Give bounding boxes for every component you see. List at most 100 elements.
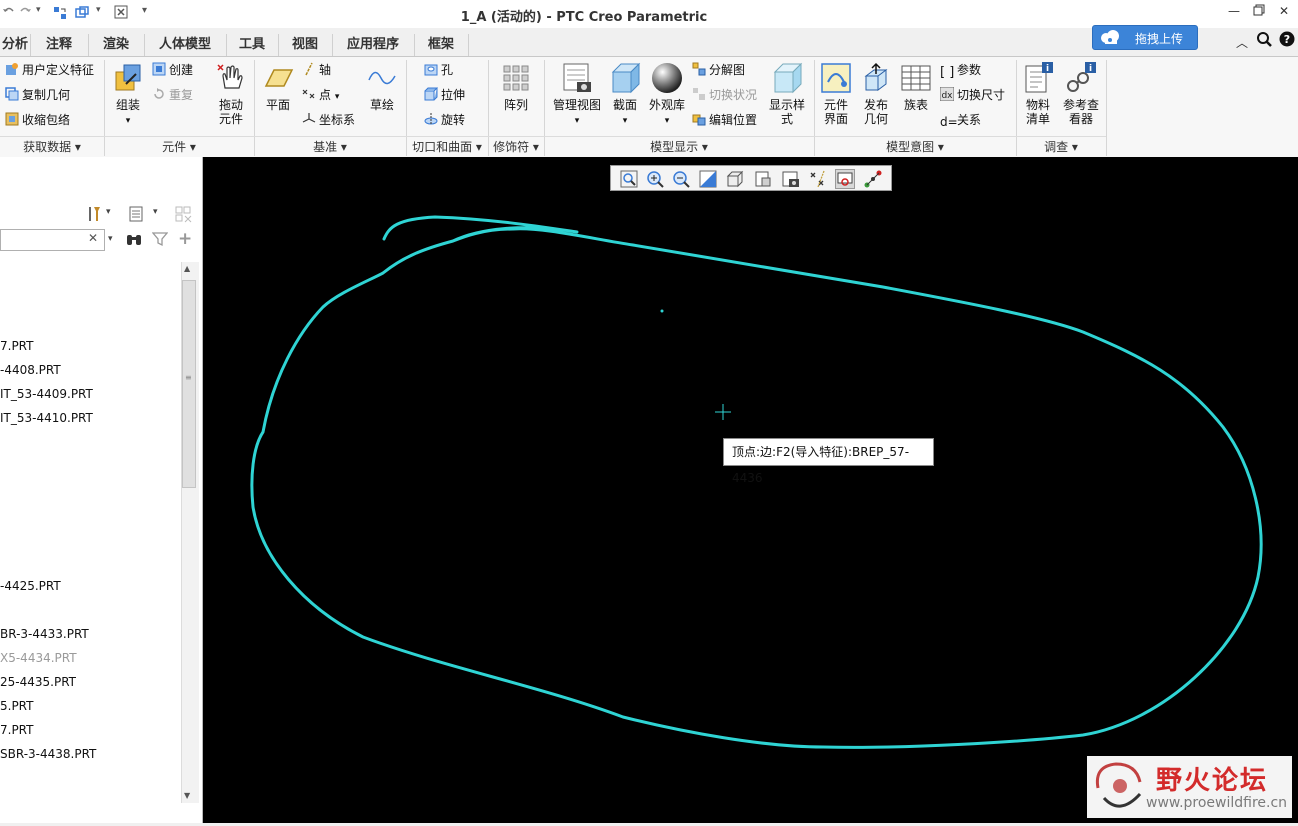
sphere-icon	[651, 62, 683, 94]
collapse-ribbon-icon[interactable]: ︿	[1236, 34, 1248, 51]
sketch-button[interactable]: 草绘	[362, 62, 402, 112]
close-icon[interactable]: ✕	[1275, 4, 1293, 20]
group-cut-surface-label[interactable]: 切口和曲面 ▾	[406, 136, 488, 157]
help-icon[interactable]: ?	[1279, 31, 1295, 50]
zoom-in-icon[interactable]	[645, 169, 665, 189]
tree-columns-icon[interactable]	[174, 205, 194, 226]
edit-position-icon	[692, 112, 706, 126]
copy-geometry-button[interactable]: 复制几何	[5, 86, 70, 104]
view-toolbar	[610, 165, 892, 191]
group-model-intent-label[interactable]: 模型意图 ▾	[814, 136, 1016, 157]
reference-viewer-button[interactable]: i 参考查 看器	[1058, 62, 1104, 126]
family-table-button[interactable]: 族表	[898, 62, 934, 112]
appearance-gallery-button[interactable]: 外观库 ▾	[646, 62, 688, 128]
chevron-down-icon[interactable]: ▾	[106, 207, 111, 217]
relations-button[interactable]: d=关系	[940, 111, 981, 129]
tab-annotate[interactable]: 注释	[30, 34, 89, 56]
exploded-view-button[interactable]: 分解图	[692, 61, 745, 79]
switch-dimensions-button[interactable]: dx 切换尺寸	[939, 86, 1005, 104]
spin-center-icon[interactable]	[835, 169, 855, 189]
tab-analysis[interactable]: 分析	[0, 34, 31, 56]
tree-item[interactable]: IT_53-4409.PRT	[0, 386, 93, 402]
chevron-down-icon[interactable]: ▾	[153, 207, 158, 217]
drag-component-button[interactable]: 拖动 元件	[210, 62, 252, 126]
parameters-button[interactable]: [ ] 参数	[940, 61, 981, 80]
annotation-display-icon[interactable]	[863, 169, 883, 189]
show-options-icon[interactable]	[128, 205, 146, 226]
tree-item[interactable]: 7.PRT	[0, 338, 33, 354]
upload-button[interactable]: 拖拽上传	[1092, 25, 1198, 50]
group-model-display-label[interactable]: 模型显示 ▾	[544, 136, 814, 157]
group-get-data-label[interactable]: 获取数据 ▾	[0, 136, 104, 157]
bom-button[interactable]: i 物料 清单	[1018, 62, 1058, 126]
point-button[interactable]: 点 ▾	[302, 86, 339, 104]
chevron-down-icon: ▾	[334, 92, 340, 102]
vertex-point[interactable]	[660, 309, 664, 313]
tree-item[interactable]: IT_53-4410.PRT	[0, 410, 93, 426]
tree-item[interactable]: -4425.PRT	[0, 578, 61, 594]
display-style-icon	[771, 62, 803, 94]
hole-icon	[424, 62, 438, 76]
repeat-button[interactable]: 重复	[152, 86, 193, 104]
csys-icon	[302, 112, 316, 126]
manage-views-button[interactable]: 管理视图 ▾	[550, 62, 604, 128]
scroll-down-icon[interactable]: ▼	[184, 791, 190, 800]
tree-item[interactable]: 7.PRT	[0, 722, 33, 738]
tree-item[interactable]: -4408.PRT	[0, 362, 61, 378]
group-modifiers-label[interactable]: 修饰符 ▾	[488, 136, 544, 157]
tree-settings-icon[interactable]	[86, 205, 104, 226]
scroll-up-icon[interactable]: ▲	[184, 264, 190, 273]
filter-icon[interactable]	[151, 231, 169, 250]
clear-search-icon[interactable]: ✕	[88, 231, 98, 245]
group-component-label[interactable]: 元件 ▾	[104, 136, 254, 157]
repeat-icon	[152, 87, 166, 101]
tab-view[interactable]: 视图	[278, 34, 333, 56]
tab-render[interactable]: 渲染	[88, 34, 145, 56]
tree-item[interactable]: 25-4435.PRT	[0, 674, 76, 690]
chevron-down-icon: ▾	[622, 116, 628, 126]
tree-item[interactable]: X5-4434.PRT	[0, 650, 77, 666]
tab-tools[interactable]: 工具	[226, 34, 279, 56]
datum-display-icon[interactable]	[809, 169, 829, 189]
tree-item[interactable]: BR-3-4433.PRT	[0, 626, 89, 642]
refit-icon[interactable]	[619, 169, 639, 189]
find-icon[interactable]	[126, 231, 142, 250]
restore-icon[interactable]	[1250, 4, 1268, 20]
component-interface-button[interactable]: 元件 界面	[816, 62, 856, 126]
tree-item[interactable]: SBR-3-4438.PRT	[0, 746, 96, 762]
display-style-button[interactable]: 显示样 式	[764, 62, 810, 126]
tree-item[interactable]: 5.PRT	[0, 698, 33, 714]
group-datum-label[interactable]: 基准 ▾	[254, 136, 406, 157]
section-button[interactable]: 截面 ▾	[606, 62, 644, 128]
view-manager-icon[interactable]	[781, 169, 801, 189]
create-button[interactable]: 创建	[152, 61, 193, 79]
extrude-button[interactable]: 拉伸	[424, 86, 465, 104]
display-style-icon[interactable]	[725, 169, 745, 189]
chevron-down-icon[interactable]: ▾	[108, 234, 113, 244]
plane-button[interactable]: 平面	[258, 62, 298, 112]
publish-geometry-button[interactable]: 发布 几何	[856, 62, 896, 126]
search-icon[interactable]	[1256, 31, 1272, 50]
forum-logo-icon	[1090, 758, 1150, 819]
assemble-button[interactable]: 组装 ▾	[108, 62, 148, 128]
hole-button[interactable]: 孔	[424, 61, 453, 79]
shrinkwrap-icon	[5, 112, 19, 126]
saved-orientations-icon[interactable]	[753, 169, 773, 189]
scrollbar-thumb[interactable]	[182, 280, 196, 488]
add-icon[interactable]: +	[178, 229, 192, 249]
tab-applications[interactable]: 应用程序	[332, 34, 415, 56]
tab-manikin[interactable]: 人体模型	[144, 34, 227, 56]
revolve-button[interactable]: 旋转	[424, 111, 465, 129]
pattern-button[interactable]: 阵列	[496, 62, 536, 112]
group-investigate-label[interactable]: 调查 ▾	[1016, 136, 1106, 157]
zoom-out-icon[interactable]	[671, 169, 691, 189]
axis-button[interactable]: 轴	[302, 61, 331, 79]
minimize-icon[interactable]: —	[1225, 4, 1243, 20]
udf-button[interactable]: 用户定义特征	[5, 61, 94, 79]
edit-position-button[interactable]: 编辑位置	[692, 111, 757, 129]
shrinkwrap-button[interactable]: 收缩包络	[5, 111, 70, 129]
repaint-icon[interactable]	[698, 169, 718, 189]
toggle-status-button[interactable]: 切换状况	[692, 86, 757, 104]
tab-framework[interactable]: 框架	[414, 34, 469, 56]
csys-button[interactable]: 坐标系	[302, 111, 355, 129]
